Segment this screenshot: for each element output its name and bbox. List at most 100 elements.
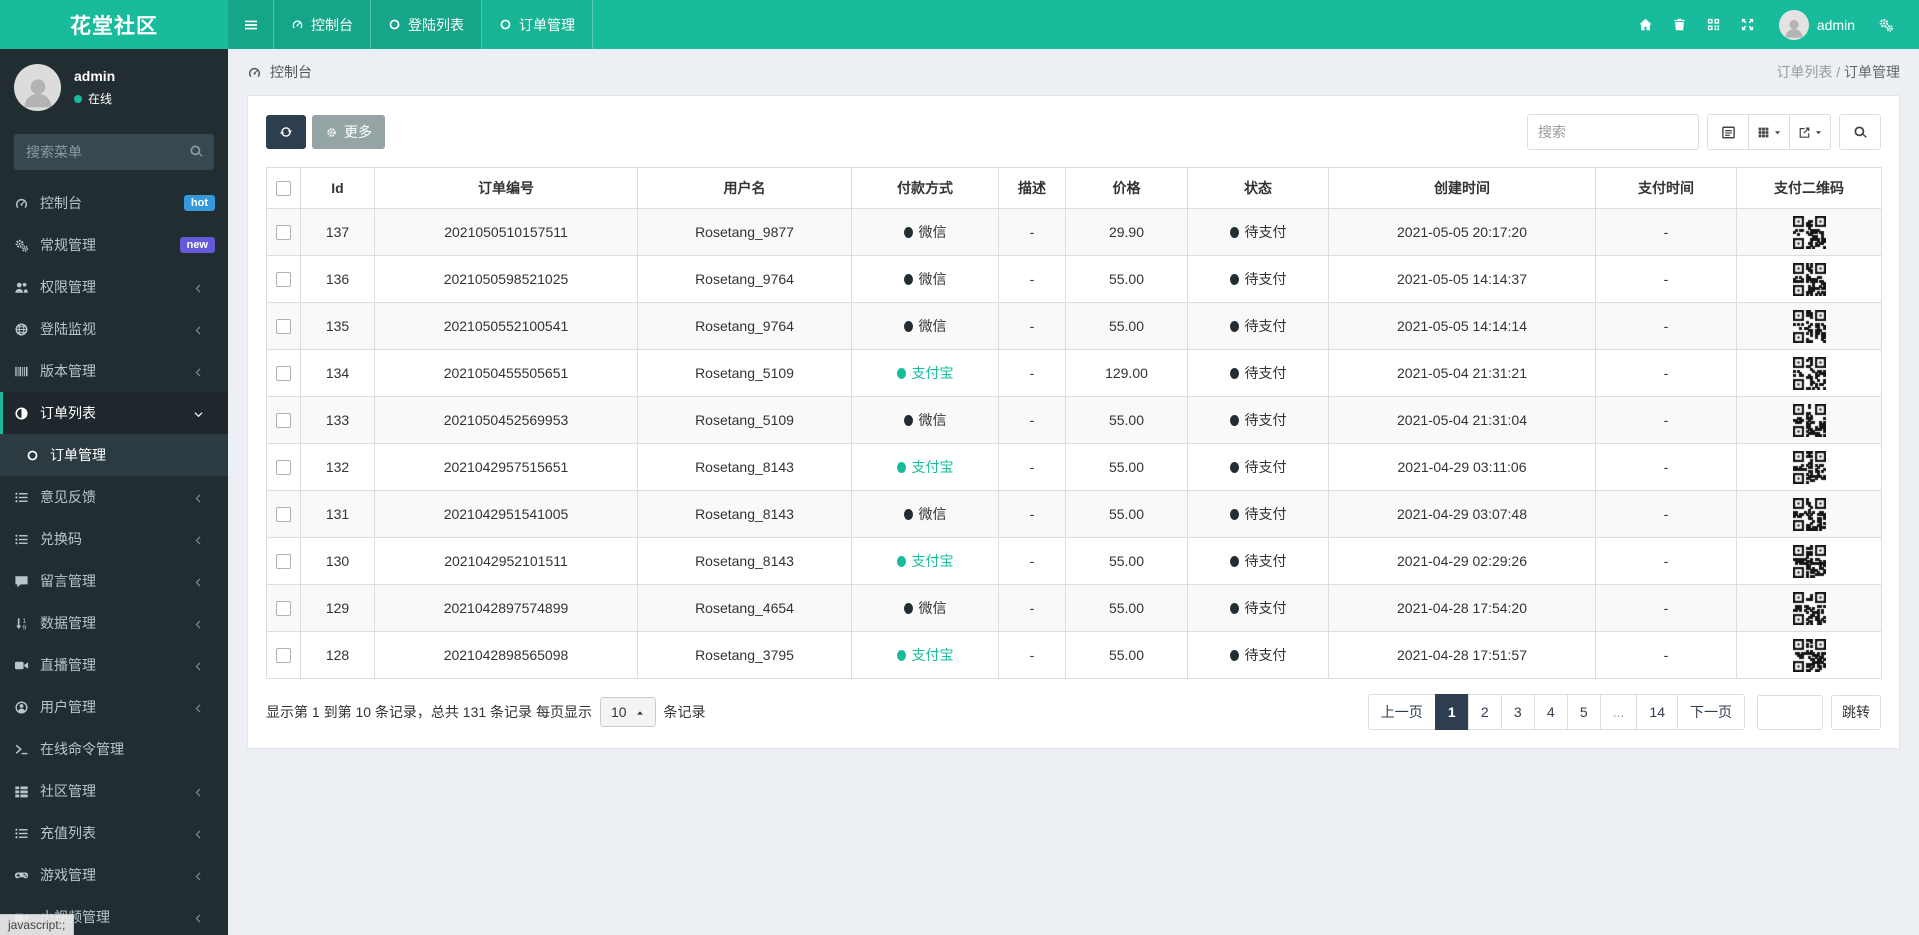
page-size-select[interactable]: 10 (599, 697, 656, 727)
column-header[interactable]: 付款方式 (851, 167, 999, 209)
nav-tab-1[interactable]: 控制台 (274, 0, 371, 49)
brand-logo[interactable]: 花堂社区 (0, 0, 228, 49)
cell-created: 2021-04-29 03:11:06 (1328, 443, 1596, 491)
status-dot (1229, 227, 1239, 238)
nav-tab-3[interactable]: 订单管理 (482, 0, 593, 49)
row-checkbox[interactable] (276, 272, 291, 288)
payment-qrcode[interactable] (1792, 638, 1826, 672)
page-button-3[interactable]: 3 (1500, 694, 1535, 730)
status-dot (1229, 556, 1239, 567)
sidebar-search-input[interactable] (14, 134, 214, 170)
column-header[interactable]: 订单编号 (374, 167, 638, 209)
sidebar-item-11[interactable]: 直播管理 (0, 644, 228, 686)
payment-qrcode[interactable] (1792, 497, 1826, 531)
sidebar-submenu: 订单管理 (0, 434, 228, 476)
qrcode-button[interactable] (1697, 0, 1731, 49)
sidebar-item-16[interactable]: 游戏管理 (0, 854, 228, 896)
column-header[interactable]: 用户名 (637, 167, 852, 209)
refresh-button[interactable] (266, 115, 306, 149)
payment-qrcode[interactable] (1792, 403, 1826, 437)
expand-button[interactable] (1731, 0, 1765, 49)
row-checkbox[interactable] (276, 460, 291, 476)
pay-label: 支付宝 (911, 553, 954, 569)
sidebar-item-label: 权限管理 (40, 279, 96, 295)
table-search-input[interactable] (1527, 114, 1699, 150)
chevron-left-icon (195, 872, 201, 881)
sidebar-item-5[interactable]: 版本管理 (0, 350, 228, 392)
cell-desc: - (998, 537, 1066, 585)
payment-qrcode[interactable] (1792, 450, 1826, 484)
sidebar-toggle-button[interactable] (228, 0, 274, 49)
page-button-14[interactable]: 14 (1636, 694, 1678, 730)
sidebar-item-10[interactable]: 1 9 数据管理 (0, 602, 228, 644)
payment-qrcode[interactable] (1792, 262, 1826, 296)
trash-button[interactable] (1663, 0, 1697, 49)
payment-qrcode[interactable] (1792, 309, 1826, 343)
sidebar-subitem-订单管理[interactable]: 订单管理 (0, 434, 228, 476)
sidebar-item-4[interactable]: 登陆监视 (0, 308, 228, 350)
sidebar-search (14, 134, 214, 170)
columns-button[interactable] (1748, 114, 1790, 150)
sidebar-item-12[interactable]: 用户管理 (0, 686, 228, 728)
export-button[interactable] (1789, 114, 1831, 150)
sidebar-item-2[interactable]: 常规管理 new (0, 224, 228, 266)
settings-button[interactable] (1869, 0, 1903, 49)
dashboard-icon (248, 68, 261, 78)
row-checkbox[interactable] (276, 413, 291, 429)
prev-page-button[interactable]: 上一页 (1367, 694, 1436, 730)
sidebar-item-13[interactable]: 在线命令管理 (0, 728, 228, 770)
cell-user: Rosetang_4654 (637, 584, 852, 632)
sidebar-item-7[interactable]: 意见反馈 (0, 476, 228, 518)
navbar-avatar[interactable] (1778, 9, 1809, 40)
pay-dot (896, 556, 906, 567)
column-header[interactable]: Id (300, 167, 375, 209)
select-all-checkbox[interactable] (276, 181, 291, 197)
column-header[interactable]: 描述 (998, 167, 1066, 209)
cell-id: 129 (300, 584, 375, 632)
row-checkbox[interactable] (276, 648, 291, 664)
home-button[interactable] (1629, 0, 1663, 49)
payment-qrcode[interactable] (1792, 591, 1826, 625)
row-checkbox[interactable] (276, 507, 291, 523)
detail-view-button[interactable] (1707, 114, 1749, 150)
nav-tabs: 控制台 登陆列表 订单管理 (274, 0, 593, 49)
status-label: 待支付 (1244, 224, 1287, 240)
row-checkbox[interactable] (276, 319, 291, 335)
page-button-5[interactable]: 5 (1566, 694, 1601, 730)
page-jump-input[interactable] (1757, 694, 1823, 730)
page-button-1[interactable]: 1 (1434, 694, 1469, 730)
navbar-user-name[interactable]: admin (1817, 17, 1855, 33)
sidebar-item-15[interactable]: 充值列表 (0, 812, 228, 854)
sidebar-item-6[interactable]: 订单列表 (0, 392, 228, 434)
sidebar-item-3[interactable]: 权限管理 (0, 266, 228, 308)
next-page-button[interactable]: 下一页 (1677, 694, 1745, 730)
page-button-2[interactable]: 2 (1467, 694, 1502, 730)
sidebar-item-8[interactable]: 兑换码 (0, 518, 228, 560)
sidebar-item-1[interactable]: 控制台 hot (0, 182, 228, 224)
row-checkbox[interactable] (276, 554, 291, 570)
payment-qrcode[interactable] (1792, 215, 1826, 249)
column-header[interactable]: 创建时间 (1328, 167, 1596, 209)
sidebar-item-9[interactable]: 留言管理 (0, 560, 228, 602)
more-button[interactable]: 更多 (312, 115, 385, 149)
page-button-4[interactable]: 4 (1533, 694, 1568, 730)
column-header[interactable]: 状态 (1187, 167, 1329, 209)
page-jump-button[interactable]: 跳转 (1831, 694, 1881, 730)
search-toggle-button[interactable] (1839, 114, 1881, 150)
row-checkbox[interactable] (276, 225, 291, 241)
sidebar-item-label: 订单列表 (40, 405, 96, 421)
column-header[interactable]: 支付二维码 (1736, 167, 1882, 209)
cell-paid: - (1595, 208, 1737, 256)
column-header[interactable]: 支付时间 (1595, 167, 1737, 209)
user-status: 在线 (74, 90, 115, 107)
pay-dot (903, 415, 913, 426)
breadcrumb-parent[interactable]: 订单列表 (1776, 64, 1832, 80)
row-checkbox[interactable] (276, 366, 291, 382)
sidebar-item-14[interactable]: 社区管理 (0, 770, 228, 812)
nav-tab-2[interactable]: 登陆列表 (371, 0, 482, 49)
row-checkbox[interactable] (276, 601, 291, 617)
column-header[interactable]: 价格 (1065, 167, 1188, 209)
payment-qrcode[interactable] (1792, 544, 1826, 578)
search-icon[interactable] (189, 144, 204, 159)
payment-qrcode[interactable] (1792, 356, 1826, 390)
